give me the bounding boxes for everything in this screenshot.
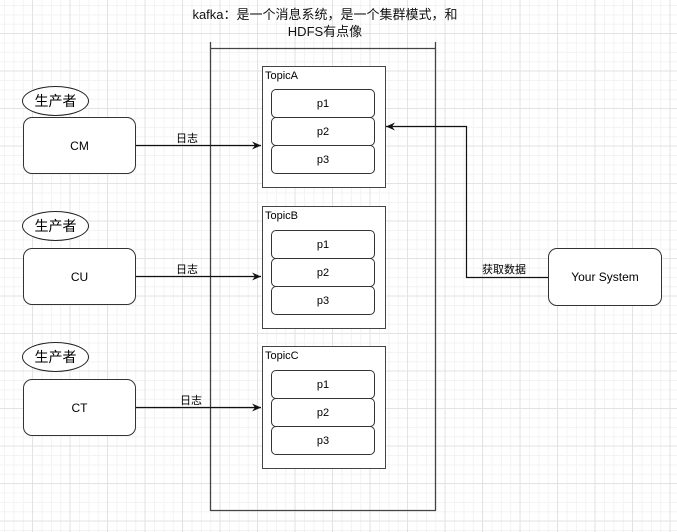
producer-ct-node[interactable]: CT (23, 379, 136, 436)
partition-p3[interactable]: p3 (271, 426, 375, 455)
partition-p3[interactable]: p3 (271, 145, 375, 174)
partition-p2[interactable]: p2 (271, 398, 375, 427)
producer-role-ellipse[interactable]: 生产者 (22, 342, 89, 372)
partition-p2[interactable]: p2 (271, 258, 375, 287)
topic-name: TopicB (265, 210, 299, 222)
edge-label-log: 日志 (180, 395, 202, 407)
producer-cu-node[interactable]: CU (23, 248, 136, 305)
edge-label-log: 日志 (176, 133, 198, 145)
producer-role-ellipse[interactable]: 生产者 (22, 86, 89, 116)
topic-name: TopicC (265, 350, 299, 362)
producer-role-ellipse[interactable]: 生产者 (22, 211, 89, 241)
partition-p2[interactable]: p2 (271, 117, 375, 146)
diagram-title: kafka：是一个消息系统，是一个集群模式，和HDFS有点像 (192, 7, 458, 39)
your-system-node[interactable]: Your System (548, 248, 662, 306)
topic-b-box[interactable]: TopicB p1 p2 p3 (262, 206, 386, 329)
partition-p3[interactable]: p3 (271, 286, 375, 315)
edge-label-log: 日志 (176, 264, 198, 276)
topic-c-box[interactable]: TopicC p1 p2 p3 (262, 346, 386, 469)
edge-yoursystem-to-topica (386, 122, 548, 279)
partition-p1[interactable]: p1 (271, 370, 375, 399)
topic-name: TopicA (265, 70, 299, 82)
topic-a-box[interactable]: TopicA p1 p2 p3 (262, 66, 386, 188)
partition-p1[interactable]: p1 (271, 89, 375, 118)
edge-label-fetch-data: 获取数据 (482, 264, 526, 276)
partition-p1[interactable]: p1 (271, 230, 375, 259)
producer-cm-node[interactable]: CM (23, 117, 136, 174)
